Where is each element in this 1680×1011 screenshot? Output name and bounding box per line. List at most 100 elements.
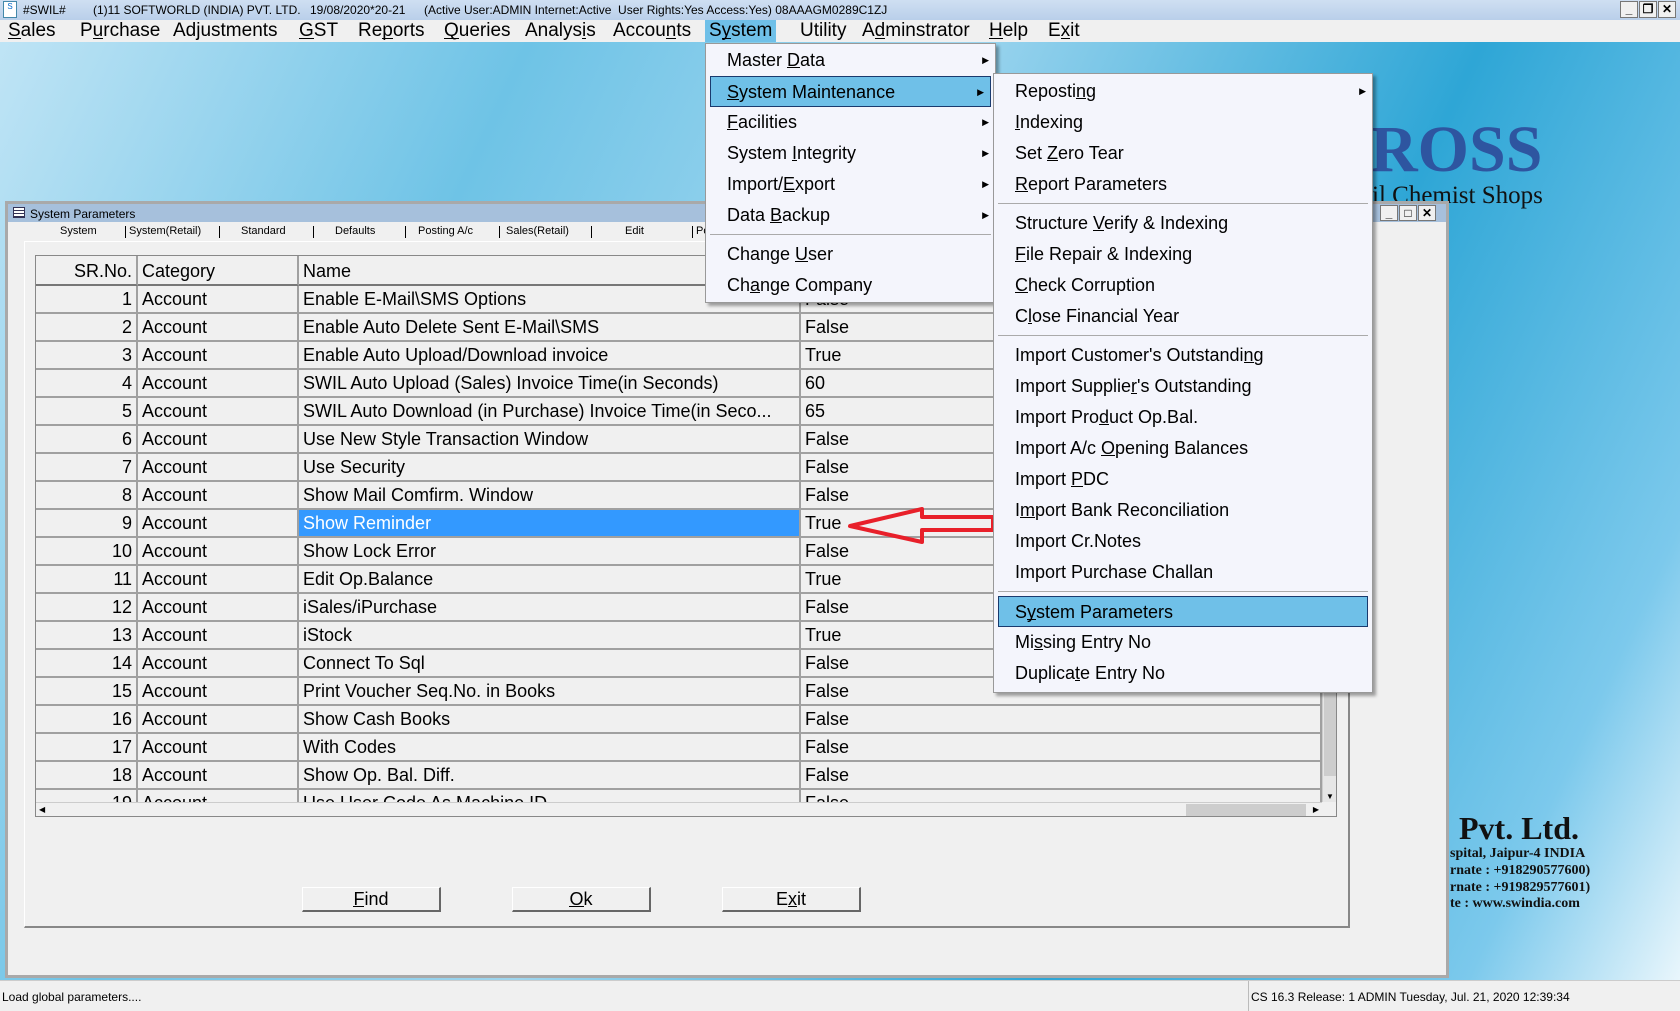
sr-no-cell[interactable]: 8 (36, 482, 138, 510)
tab-system[interactable]: System (60, 225, 97, 237)
sr-no-cell[interactable]: 15 (36, 678, 138, 706)
menu-purchase[interactable]: Purchase (76, 20, 164, 42)
menu-system[interactable]: System (705, 20, 777, 42)
category-cell[interactable]: Account (138, 482, 299, 510)
menu-item-system-maintenance[interactable]: System Maintenance ▶ (710, 76, 991, 107)
submenu-item-reposting[interactable]: Reposting ▶ (994, 76, 1372, 107)
name-cell[interactable]: Enable Auto Upload/Download invoice (299, 342, 801, 370)
value-cell[interactable]: False (801, 734, 1322, 762)
name-cell[interactable]: SWIL Auto Upload (Sales) Invoice Time(in… (299, 370, 801, 398)
submenu-item-import-supplier-s-outstanding[interactable]: Import Supplier's Outstanding (994, 371, 1372, 402)
scroll-right-icon[interactable]: ▶ (1313, 805, 1319, 814)
menu-item-change-user[interactable]: Change User (706, 239, 995, 270)
submenu-item-missing-entry-no[interactable]: Missing Entry No (994, 627, 1372, 658)
menu-sales[interactable]: Sales (4, 20, 60, 42)
category-cell[interactable]: Account (138, 314, 299, 342)
name-cell[interactable]: Print Voucher Seq.No. in Books (299, 678, 801, 706)
name-cell[interactable]: With Codes (299, 734, 801, 762)
category-cell[interactable]: Account (138, 762, 299, 790)
tab-sales-retail[interactable]: Sales(Retail) (506, 225, 569, 237)
menu-utility[interactable]: Utility (796, 20, 850, 42)
horizontal-scrollbar[interactable]: ◀ ▶ (36, 802, 1322, 816)
menu-help[interactable]: Help (985, 20, 1032, 42)
window-minimize-button[interactable]: _ (1380, 205, 1398, 221)
sr-no-cell[interactable]: 14 (36, 650, 138, 678)
scroll-left-icon[interactable]: ◀ (39, 805, 45, 814)
submenu-item-import-bank-reconciliation[interactable]: Import Bank Reconciliation (994, 495, 1372, 526)
category-cell[interactable]: Account (138, 454, 299, 482)
tab-system-retail[interactable]: System(Retail) (129, 225, 201, 237)
category-cell[interactable]: Account (138, 426, 299, 454)
menu-item-system-integrity[interactable]: System Integrity ▶ (706, 138, 995, 169)
sr-no-cell[interactable]: 2 (36, 314, 138, 342)
submenu-item-set-zero-tear[interactable]: Set Zero Tear (994, 138, 1372, 169)
name-cell[interactable]: Enable Auto Delete Sent E-Mail\SMS (299, 314, 801, 342)
sr-no-cell[interactable]: 10 (36, 538, 138, 566)
name-cell[interactable]: Connect To Sql (299, 650, 801, 678)
category-cell[interactable]: Account (138, 566, 299, 594)
menu-item-facilities[interactable]: Facilities ▶ (706, 107, 995, 138)
menu-accounts[interactable]: Accounts (609, 20, 695, 42)
menu-item-import-export[interactable]: Import/Export ▶ (706, 169, 995, 200)
scroll-down-icon[interactable]: ▼ (1326, 792, 1334, 801)
name-cell[interactable]: Show Cash Books (299, 706, 801, 734)
menu-item-data-backup[interactable]: Data Backup ▶ (706, 200, 995, 231)
menu-queries[interactable]: Queries (440, 20, 515, 42)
category-cell[interactable]: Account (138, 678, 299, 706)
selected-name-cell[interactable]: Show Reminder (299, 510, 801, 538)
submenu-item-import-customer-s-outstanding[interactable]: Import Customer's Outstanding (994, 340, 1372, 371)
name-cell[interactable]: Show Lock Error (299, 538, 801, 566)
submenu-item-duplicate-entry-no[interactable]: Duplicate Entry No (994, 658, 1372, 689)
submenu-item-import-a-c-opening-balances[interactable]: Import A/c Opening Balances (994, 433, 1372, 464)
menu-reports[interactable]: Reports (354, 20, 429, 42)
sr-no-cell[interactable]: 9 (36, 510, 138, 538)
minimize-button[interactable]: _ (1620, 1, 1638, 18)
category-cell[interactable]: Account (138, 286, 299, 314)
sr-no-cell[interactable]: 12 (36, 594, 138, 622)
name-cell[interactable]: Use Security (299, 454, 801, 482)
submenu-item-close-financial-year[interactable]: Close Financial Year (994, 301, 1372, 332)
category-cell[interactable]: Account (138, 622, 299, 650)
name-cell[interactable]: Show Op. Bal. Diff. (299, 762, 801, 790)
category-cell[interactable]: Account (138, 370, 299, 398)
sr-no-cell[interactable]: 6 (36, 426, 138, 454)
menu-item-master-data[interactable]: Master Data ▶ (706, 45, 995, 76)
find-button[interactable]: Find (302, 887, 441, 912)
submenu-item-check-corruption[interactable]: Check Corruption (994, 270, 1372, 301)
name-cell[interactable]: Edit Op.Balance (299, 566, 801, 594)
sr-no-cell[interactable]: 18 (36, 762, 138, 790)
sr-no-cell[interactable]: 11 (36, 566, 138, 594)
sr-no-cell[interactable]: 1 (36, 286, 138, 314)
window-maximize-button[interactable]: □ (1399, 205, 1417, 221)
menu-analysis[interactable]: Analysis (521, 20, 600, 42)
category-cell[interactable]: Account (138, 398, 299, 426)
column-header[interactable]: Category (138, 256, 299, 286)
value-cell[interactable]: False (801, 706, 1322, 734)
column-header[interactable]: SR.No. (36, 256, 138, 286)
name-cell[interactable]: iSales/iPurchase (299, 594, 801, 622)
tab-edit[interactable]: Edit (625, 225, 644, 237)
name-cell[interactable]: SWIL Auto Download (in Purchase) Invoice… (299, 398, 801, 426)
submenu-item-indexing[interactable]: Indexing (994, 107, 1372, 138)
sr-no-cell[interactable]: 5 (36, 398, 138, 426)
menu-adminstrator[interactable]: Adminstrator (858, 20, 974, 42)
window-close-button[interactable]: ✕ (1418, 205, 1436, 221)
submenu-item-import-pdc[interactable]: Import PDC (994, 464, 1372, 495)
sr-no-cell[interactable]: 17 (36, 734, 138, 762)
category-cell[interactable]: Account (138, 734, 299, 762)
category-cell[interactable]: Account (138, 510, 299, 538)
menu-gst[interactable]: GST (295, 20, 342, 42)
sr-no-cell[interactable]: 7 (36, 454, 138, 482)
ok-button[interactable]: Ok (512, 887, 651, 912)
submenu-item-import-purchase-challan[interactable]: Import Purchase Challan (994, 557, 1372, 588)
sr-no-cell[interactable]: 3 (36, 342, 138, 370)
tab-standard[interactable]: Standard (241, 225, 286, 237)
menu-exit[interactable]: Exit (1044, 20, 1084, 42)
submenu-item-file-repair-indexing[interactable]: File Repair & Indexing (994, 239, 1372, 270)
category-cell[interactable]: Account (138, 594, 299, 622)
tab-posting-a-c[interactable]: Posting A/c (418, 225, 473, 237)
name-cell[interactable]: Show Mail Comfirm. Window (299, 482, 801, 510)
sr-no-cell[interactable]: 13 (36, 622, 138, 650)
category-cell[interactable]: Account (138, 650, 299, 678)
menu-item-change-company[interactable]: Change Company (706, 270, 995, 301)
